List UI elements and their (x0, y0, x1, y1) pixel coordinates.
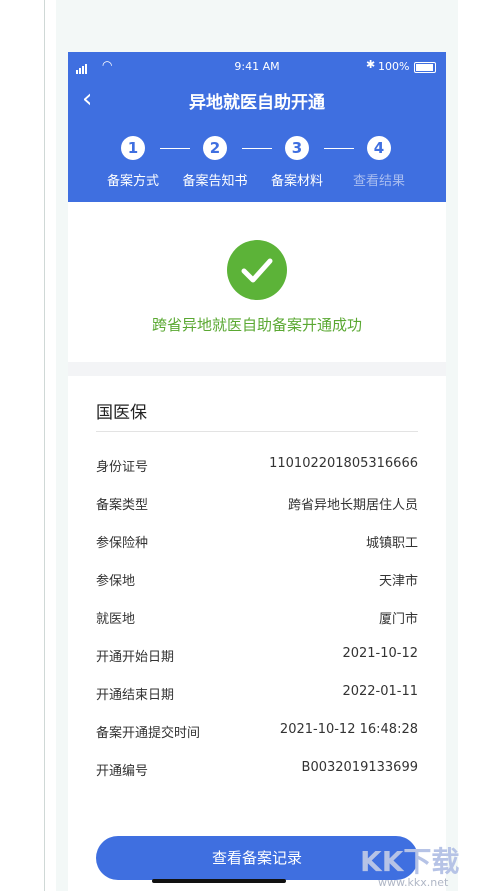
row-key: 参保地 (96, 574, 136, 589)
step-number: 3 (285, 136, 309, 160)
row-key: 就医地 (96, 612, 136, 627)
watermark-url: www.kkx.net (378, 876, 449, 889)
frame-line-left (44, 0, 45, 891)
row-value: 2021-10-12 (342, 646, 418, 661)
header: ◠ 9:41 AM ✱ 100% ‹ 异地就医自助开通 1 备案方式 2 备案告… (68, 52, 446, 202)
info-row-end-date: 开通结束日期 2022-01-11 (96, 684, 418, 704)
step-number: 1 (121, 136, 145, 160)
row-key: 开通编号 (96, 764, 149, 779)
info-row-id-number: 身份证号 110102201805316666 (96, 456, 418, 476)
row-value: 跨省异地长期居住人员 (287, 498, 418, 513)
bluetooth-icon: ✱ (366, 58, 376, 71)
row-key: 备案类型 (96, 498, 149, 513)
row-value: 110102201805316666 (269, 456, 418, 471)
info-row-filing-type: 备案类型 跨省异地长期居住人员 (96, 494, 418, 514)
step-label: 备案材料 (270, 174, 323, 189)
row-value: 2021-10-12 16:48:28 (279, 722, 418, 737)
home-indicator (152, 879, 286, 883)
info-row-medical-place: 就医地 厦门市 (96, 608, 418, 628)
row-key: 开通开始日期 (96, 650, 175, 665)
row-key: 开通结束日期 (96, 688, 175, 703)
step-2: 2 备案告知书 (170, 136, 260, 189)
row-value: 2022-01-11 (342, 684, 418, 699)
row-key: 参保险种 (96, 536, 149, 551)
success-card: 跨省异地就医自助备案开通成功 (68, 202, 446, 362)
card-title: 国医保 (96, 403, 147, 423)
step-label: 查看结果 (352, 174, 405, 189)
row-key: 备案开通提交时间 (96, 726, 201, 741)
step-4: 4 查看结果 (334, 136, 424, 189)
row-value: B0032019133699 (301, 760, 418, 775)
row-value: 厦门市 (378, 612, 418, 627)
step-1: 1 备案方式 (88, 136, 178, 189)
info-row-submit-time: 备案开通提交时间 2021-10-12 16:48:28 (96, 722, 418, 742)
success-check-icon (227, 240, 287, 300)
row-value: 天津市 (378, 574, 418, 589)
info-row-insurance-type: 参保险种 城镇职工 (96, 532, 418, 552)
battery-icon (414, 62, 436, 73)
status-bar: ◠ 9:41 AM ✱ 100% (68, 58, 446, 76)
step-label: 备案方式 (106, 174, 159, 189)
row-key: 身份证号 (96, 460, 149, 475)
info-row-insured-place: 参保地 天津市 (96, 570, 418, 590)
watermark: KK下载 www.kkx.net (330, 840, 480, 891)
row-value: 城镇职工 (365, 536, 418, 551)
info-row-open-number: 开通编号 B0032019133699 (96, 760, 418, 780)
step-number: 4 (367, 136, 391, 160)
watermark-logo: KK下载 (360, 845, 460, 878)
step-label: 备案告知书 (182, 174, 248, 189)
success-message: 跨省异地就医自助备案开通成功 (151, 316, 362, 334)
step-indicator: 1 备案方式 2 备案告知书 3 备案材料 4 查看结果 (68, 136, 446, 196)
step-number: 2 (203, 136, 227, 160)
page-title: 异地就医自助开通 (189, 93, 325, 113)
app-screen: ◠ 9:41 AM ✱ 100% ‹ 异地就医自助开通 1 备案方式 2 备案告… (68, 52, 446, 891)
filing-info-card: 国医保 身份证号 110102201805316666 备案类型 跨省异地长期居… (68, 376, 446, 891)
divider (96, 431, 418, 432)
step-3: 3 备案材料 (252, 136, 342, 189)
info-row-start-date: 开通开始日期 2021-10-12 (96, 646, 418, 666)
battery-percent: 100% (378, 60, 410, 73)
